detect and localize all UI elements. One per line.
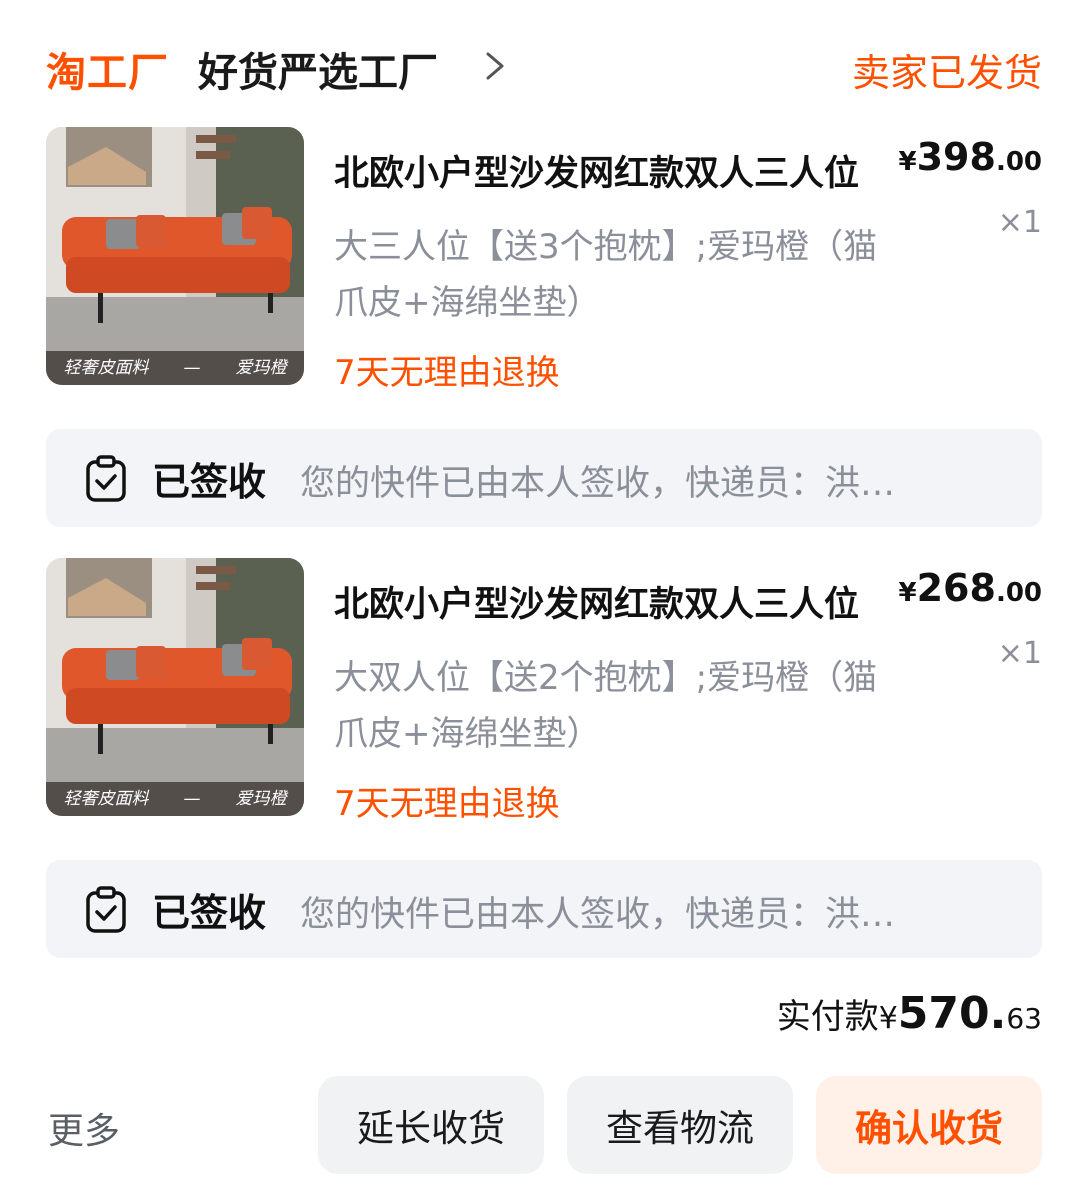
- signed-detail: 您的快件已由本人签收，快递员：洪…: [300, 895, 896, 935]
- clipboard-check-icon: [86, 886, 126, 933]
- more-button[interactable]: 更多: [48, 1102, 120, 1154]
- order-item[interactable]: 轻奢皮面料 — 爱玛橙 北欧小户型沙发网红款双人三人位 ¥268.00 ×1 大…: [46, 558, 1042, 824]
- shop-header: 淘工厂 好货严选工厂 卖家已发货: [46, 38, 1042, 96]
- product-quantity: ×1: [997, 205, 1042, 240]
- product-spec: 大三人位【送3个抱枕】;爱玛橙（猫爪皮+海绵坐垫）: [334, 227, 878, 323]
- product-price: ¥268.00: [898, 566, 1042, 610]
- return-policy-tag: 7天无理由退换: [334, 353, 560, 393]
- signed-detail: 您的快件已由本人签收，快递员：洪…: [300, 464, 896, 504]
- thumbnail-caption: 轻奢皮面料 — 爱玛橙: [46, 782, 304, 816]
- clipboard-check-icon: [86, 455, 126, 502]
- product-thumbnail[interactable]: 轻奢皮面料 — 爱玛橙: [46, 558, 304, 816]
- extend-receipt-button[interactable]: 延长收货: [318, 1076, 544, 1174]
- thumbnail-caption: 轻奢皮面料 — 爱玛橙: [46, 351, 304, 385]
- order-status: 卖家已发货: [851, 51, 1042, 95]
- product-price: ¥398.00: [898, 135, 1042, 179]
- product-thumbnail[interactable]: 轻奢皮面料 — 爱玛橙: [46, 127, 304, 385]
- order-item[interactable]: 轻奢皮面料 — 爱玛橙 北欧小户型沙发网红款双人三人位 ¥398.00 ×1 大…: [46, 127, 1042, 393]
- shop-name-link[interactable]: 好货严选工厂: [198, 40, 438, 98]
- view-logistics-button[interactable]: 查看物流: [567, 1076, 793, 1174]
- signed-label: 已签收: [152, 891, 267, 935]
- confirm-receipt-button[interactable]: 确认收货: [816, 1076, 1042, 1174]
- delivery-status-bar[interactable]: 已签收 您的快件已由本人签收，快递员：洪…: [46, 429, 1042, 527]
- product-quantity: ×1: [997, 636, 1042, 671]
- total-label: 实付款: [776, 997, 879, 1037]
- return-policy-tag: 7天无理由退换: [334, 784, 560, 824]
- product-title[interactable]: 北欧小户型沙发网红款双人三人位: [334, 145, 874, 196]
- product-title[interactable]: 北欧小户型沙发网红款双人三人位: [334, 576, 874, 627]
- delivery-status-bar[interactable]: 已签收 您的快件已由本人签收，快递员：洪…: [46, 860, 1042, 958]
- brand-logo: 淘工厂: [46, 50, 169, 96]
- product-spec: 大双人位【送2个抱枕】;爱玛橙（猫爪皮+海绵坐垫）: [334, 658, 878, 754]
- total-paid: 实付款¥570.63: [776, 988, 1042, 1039]
- signed-label: 已签收: [152, 460, 267, 504]
- chevron-right-icon[interactable]: [482, 46, 508, 86]
